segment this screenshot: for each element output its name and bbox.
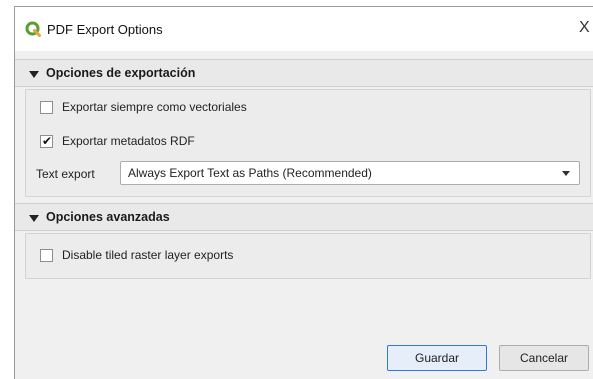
advanced-options-title: Opciones avanzadas: [46, 210, 170, 224]
dropdown-arrow-icon[interactable]: [562, 171, 570, 176]
save-button[interactable]: Guardar: [387, 345, 487, 371]
cancel-button[interactable]: Cancelar: [499, 345, 589, 371]
text-export-value: Always Export Text as Paths (Recommended…: [128, 166, 372, 180]
pdf-export-dialog: PDF Export Options X Opciones de exporta…: [14, 6, 593, 379]
disable-tiled-checkbox[interactable]: [40, 249, 53, 262]
text-export-label: Text export: [36, 167, 95, 181]
window-title: PDF Export Options: [47, 22, 163, 37]
rdf-metadata-checkbox[interactable]: ✔: [40, 134, 53, 148]
collapse-arrow-icon[interactable]: [29, 71, 39, 78]
always-vectors-label[interactable]: Exportar siempre como vectoriales: [62, 100, 247, 114]
disable-tiled-label[interactable]: Disable tiled raster layer exports: [62, 248, 233, 262]
export-options-header[interactable]: Opciones de exportación: [15, 59, 593, 87]
qgis-logo-icon: [25, 21, 41, 37]
advanced-options-header[interactable]: Opciones avanzadas: [15, 203, 593, 231]
collapse-arrow-icon[interactable]: [29, 215, 39, 222]
advanced-options-panel: Disable tiled raster layer exports: [25, 233, 591, 279]
export-options-title: Opciones de exportación: [46, 66, 196, 80]
rdf-metadata-label[interactable]: Exportar metadatos RDF: [62, 134, 195, 148]
text-export-select[interactable]: Always Export Text as Paths (Recommended…: [120, 161, 580, 185]
export-options-panel: Exportar siempre como vectoriales ✔ Expo…: [25, 89, 591, 197]
close-icon[interactable]: X: [579, 19, 593, 37]
always-vectors-checkbox[interactable]: [40, 101, 53, 114]
title-bar: PDF Export Options X: [15, 7, 593, 51]
checkmark-icon: ✔: [42, 134, 53, 148]
